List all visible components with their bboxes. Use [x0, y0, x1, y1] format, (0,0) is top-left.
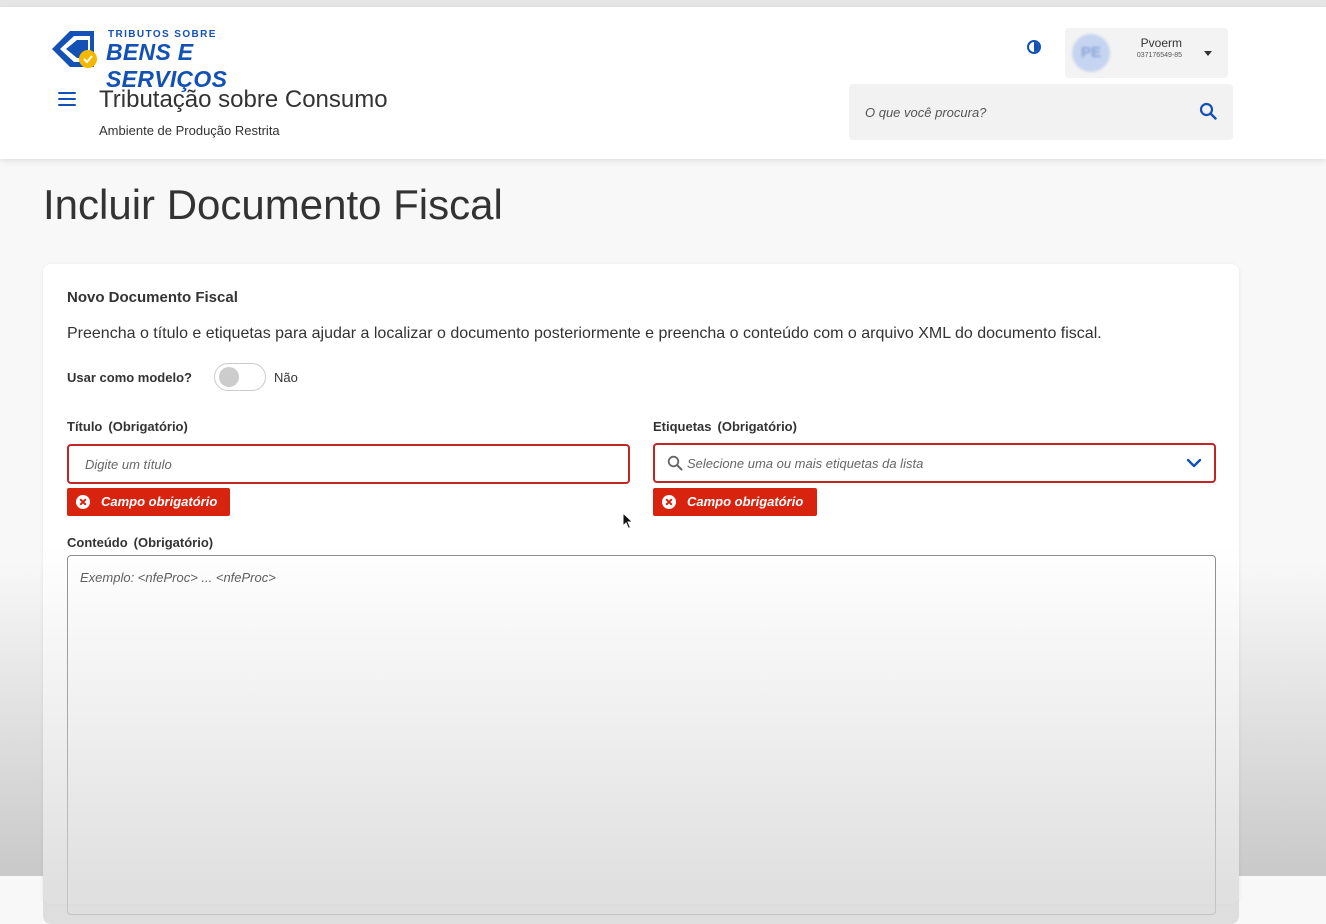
template-toggle-label: Usar como modelo? — [67, 370, 192, 385]
chevron-down-icon[interactable] — [1186, 458, 1202, 468]
etiquetas-select[interactable]: Selecione uma ou mais etiquetas da lista — [653, 443, 1216, 483]
search-icon[interactable] — [1199, 102, 1217, 120]
template-toggle[interactable] — [214, 363, 266, 391]
card-description: Preencha o título e etiquetas para ajuda… — [67, 325, 1102, 342]
search-input[interactable] — [849, 84, 1179, 140]
conteudo-textarea[interactable] — [68, 556, 1215, 914]
search-bar — [849, 84, 1233, 140]
conteudo-field — [67, 555, 1216, 915]
template-toggle-value: Não — [274, 370, 298, 385]
app-header: TRIBUTOS SOBRE BENS E SERVIÇOS Tributaçã… — [0, 7, 1326, 159]
etiquetas-label: Etiquetas (Obrigatório) — [653, 419, 797, 434]
titulo-input[interactable] — [69, 446, 628, 482]
etiquetas-error-text: Campo obrigatório — [687, 494, 804, 509]
titulo-required: (Obrigatório) — [108, 419, 188, 434]
hamburger-menu-icon[interactable] — [58, 92, 76, 108]
error-circle-icon — [76, 495, 90, 509]
etiquetas-label-text: Etiquetas — [653, 419, 712, 434]
page-title: Incluir Documento Fiscal — [43, 181, 503, 228]
environment-label: Ambiente de Produção Restrita — [99, 123, 280, 138]
card-title: Novo Documento Fiscal — [67, 289, 238, 306]
caret-down-icon — [1204, 51, 1212, 56]
titulo-field — [67, 444, 630, 484]
search-icon — [667, 455, 683, 471]
user-cpf: 037176549-85 — [1136, 52, 1182, 59]
titulo-label-text: Título — [67, 419, 103, 434]
contrast-icon[interactable] — [1027, 40, 1041, 54]
logo[interactable]: TRIBUTOS SOBRE BENS E SERVIÇOS — [50, 27, 310, 92]
conteudo-required: (Obrigatório) — [133, 535, 214, 550]
titulo-label: Título (Obrigatório) — [67, 419, 188, 434]
titulo-error-badge: Campo obrigatório — [67, 488, 230, 516]
titulo-error-text: Campo obrigatório — [101, 494, 218, 509]
error-circle-icon — [662, 495, 676, 509]
window-top-edge — [0, 0, 1326, 7]
logo-title: BENS E SERVIÇOS — [106, 39, 228, 92]
avatar: PE — [1072, 34, 1110, 72]
user-name: Pvoerm — [1140, 36, 1182, 50]
toggle-knob — [219, 367, 239, 387]
etiquetas-error-badge: Campo obrigatório — [653, 488, 817, 516]
etiquetas-placeholder: Selecione uma ou mais etiquetas da lista — [687, 456, 924, 471]
conteudo-label-text: Conteúdo — [67, 535, 128, 550]
logo-tag-icon — [52, 31, 97, 68]
app-title: Tributação sobre Consumo — [99, 86, 388, 113]
conteudo-label: Conteúdo (Obrigatório) — [67, 535, 213, 550]
etiquetas-required: (Obrigatório) — [717, 419, 797, 434]
document-form-card: Novo Documento Fiscal Preencha o título … — [43, 264, 1239, 924]
mouse-cursor-icon — [622, 512, 634, 530]
user-menu[interactable]: PE Pvoerm 037176549-85 — [1065, 28, 1228, 78]
